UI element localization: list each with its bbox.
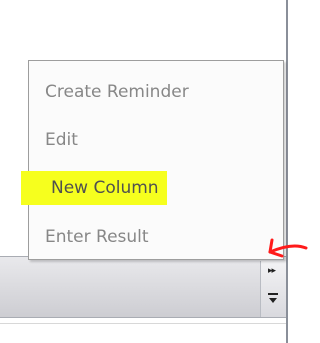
menu-item-label-highlighted: New Column — [21, 171, 167, 205]
menu-item-edit[interactable]: Edit — [39, 123, 269, 157]
menu-item-label: Enter Result — [45, 227, 149, 247]
chevron-double-right-icon: ▸▸ — [268, 266, 276, 276]
red-handdrawn-arrow-icon — [268, 238, 308, 258]
menu-item-enter-result[interactable]: Enter Result — [39, 220, 269, 254]
window-border — [286, 0, 288, 343]
divider — [0, 323, 286, 324]
toolbar-overflow-button[interactable]: ▸▸ — [260, 261, 286, 317]
menu-item-label: Edit — [45, 130, 78, 150]
menu-item-label: Create Reminder — [45, 82, 189, 102]
toolbar — [0, 256, 286, 318]
menu-item-new-column[interactable]: New Column — [21, 171, 269, 205]
toolbar-customize-icon — [268, 293, 278, 303]
menu-item-create-reminder[interactable]: Create Reminder — [39, 75, 269, 109]
context-menu: Create Reminder Edit New Column Enter Re… — [21, 60, 284, 260]
